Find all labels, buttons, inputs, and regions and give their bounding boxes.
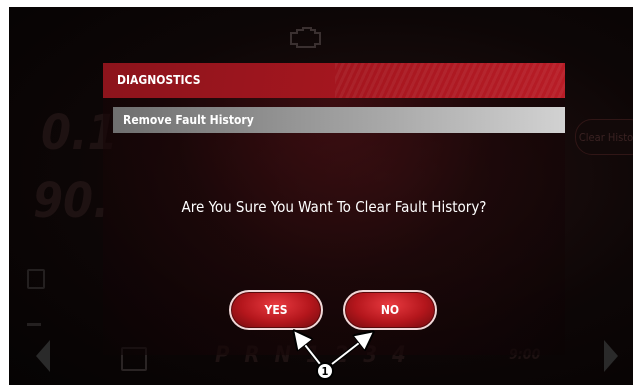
no-button[interactable]: NO	[343, 290, 437, 330]
callout-number: 1	[316, 362, 334, 380]
coolant-temp-icon	[27, 307, 41, 326]
check-engine-icon	[290, 27, 321, 48]
yes-button[interactable]: YES	[229, 290, 323, 330]
diagnostics-dialog: DIAGNOSTICS Remove Fault History Are You…	[103, 63, 565, 355]
dashboard-screen: 0.1 90. Clear History P R N 1 2 3 4 9:00…	[9, 7, 633, 385]
dialog-subtitle: Remove Fault History	[123, 113, 254, 127]
dialog-subtitle-bar: Remove Fault History	[113, 107, 565, 133]
fuel-gauge-icon	[27, 269, 45, 289]
dialog-title-bar: DIAGNOSTICS	[103, 63, 565, 98]
bg-speed-readout-2: 90.	[33, 173, 110, 229]
dialog-title: DIAGNOSTICS	[117, 73, 201, 87]
confirm-question: Are You Sure You Want To Clear Fault His…	[181, 198, 487, 216]
nav-right-icon[interactable]	[604, 340, 618, 372]
bg-clear-history-button: Clear History	[575, 119, 633, 155]
nav-left-icon[interactable]	[36, 340, 50, 372]
